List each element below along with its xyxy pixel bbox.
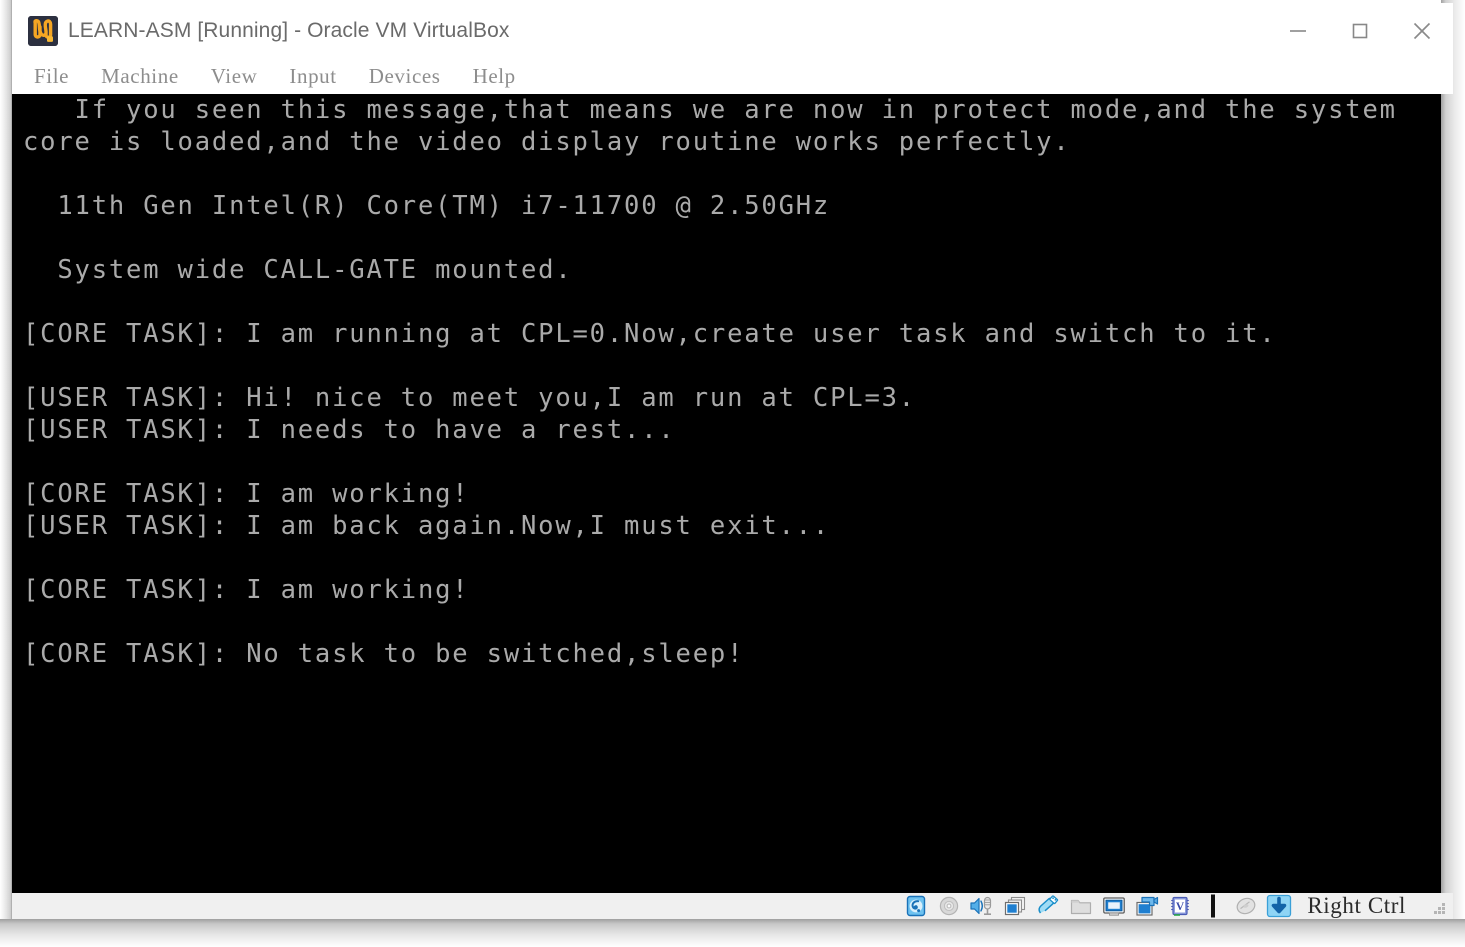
menu-bar: File Machine View Input Devices Help [12,58,1453,94]
window-title: LEARN-ASM [Running] - Oracle VM VirtualB… [68,18,510,42]
terminal-line: [CORE TASK]: I am running at CPL=0.Now,c… [23,319,1277,349]
terminal-output: If you seen this message,that means we a… [12,94,1441,670]
terminal-line: [CORE TASK]: I am working! [23,575,470,605]
window-frame-bottom [0,919,1465,947]
close-button[interactable] [1391,3,1453,58]
menu-item-input[interactable]: Input [289,64,336,89]
menu-item-file[interactable]: File [34,64,69,89]
window-controls [1267,3,1453,58]
resize-grip-icon[interactable] [1431,900,1449,918]
terminal-line: [USER TASK]: I needs to have a rest... [23,415,676,445]
menu-item-view[interactable]: View [211,64,258,89]
shared-folders-icon[interactable] [1068,894,1094,918]
terminal-line: [USER TASK]: I am back again.Now,I must … [23,511,831,541]
terminal-line: 11th Gen Intel(R) Core(TM) i7-11700 @ 2.… [23,191,831,221]
terminal-line: System wide CALL-GATE mounted. [23,255,573,285]
terminal-line: [CORE TASK]: No task to be switched,slee… [23,639,745,669]
menu-item-machine[interactable]: Machine [101,64,179,89]
display-icon[interactable] [1101,894,1127,918]
window-frame-left [0,0,12,919]
virtualbox-window: LEARN-ASM [Running] - Oracle VM VirtualB… [0,0,1465,947]
svg-text:V: V [1176,901,1185,913]
virtualbox-logo-icon [28,15,58,46]
menu-item-help[interactable]: Help [473,64,516,89]
window-frame-right [1441,0,1465,919]
title-bar[interactable]: LEARN-ASM [Running] - Oracle VM VirtualB… [12,3,1453,58]
network-icon[interactable] [1002,894,1028,918]
vm-display[interactable]: If you seen this message,that means we a… [12,94,1441,893]
title-bar-left: LEARN-ASM [Running] - Oracle VM VirtualB… [12,15,1267,46]
menu-item-devices[interactable]: Devices [369,64,441,89]
mouse-integration-icon[interactable] [1233,894,1259,918]
audio-icon[interactable] [969,894,995,918]
usb-icon[interactable] [1035,894,1061,918]
terminal-line: core is loaded,and the video display rou… [23,127,1071,157]
maximize-button[interactable] [1329,3,1391,58]
terminal-line: If you seen this message,that means we a… [23,95,1397,125]
virtualization-icon[interactable]: V [1167,894,1193,918]
terminal-line: [CORE TASK]: I am working! [23,479,470,509]
terminal-line: [USER TASK]: Hi! nice to meet you,I am r… [23,383,916,413]
video-capture-icon[interactable] [1134,894,1160,918]
host-key-label: Right Ctrl [1307,893,1406,918]
optical-disk-icon[interactable] [936,894,962,918]
minimize-button[interactable] [1267,3,1329,58]
hard-disk-icon[interactable] [903,894,929,918]
host-key-icon[interactable] [1266,894,1292,918]
text-cursor-indicator-icon [1200,894,1226,918]
status-bar: V Right Ctrl [12,893,1453,919]
status-bar-icons: V Right Ctrl [903,893,1449,919]
